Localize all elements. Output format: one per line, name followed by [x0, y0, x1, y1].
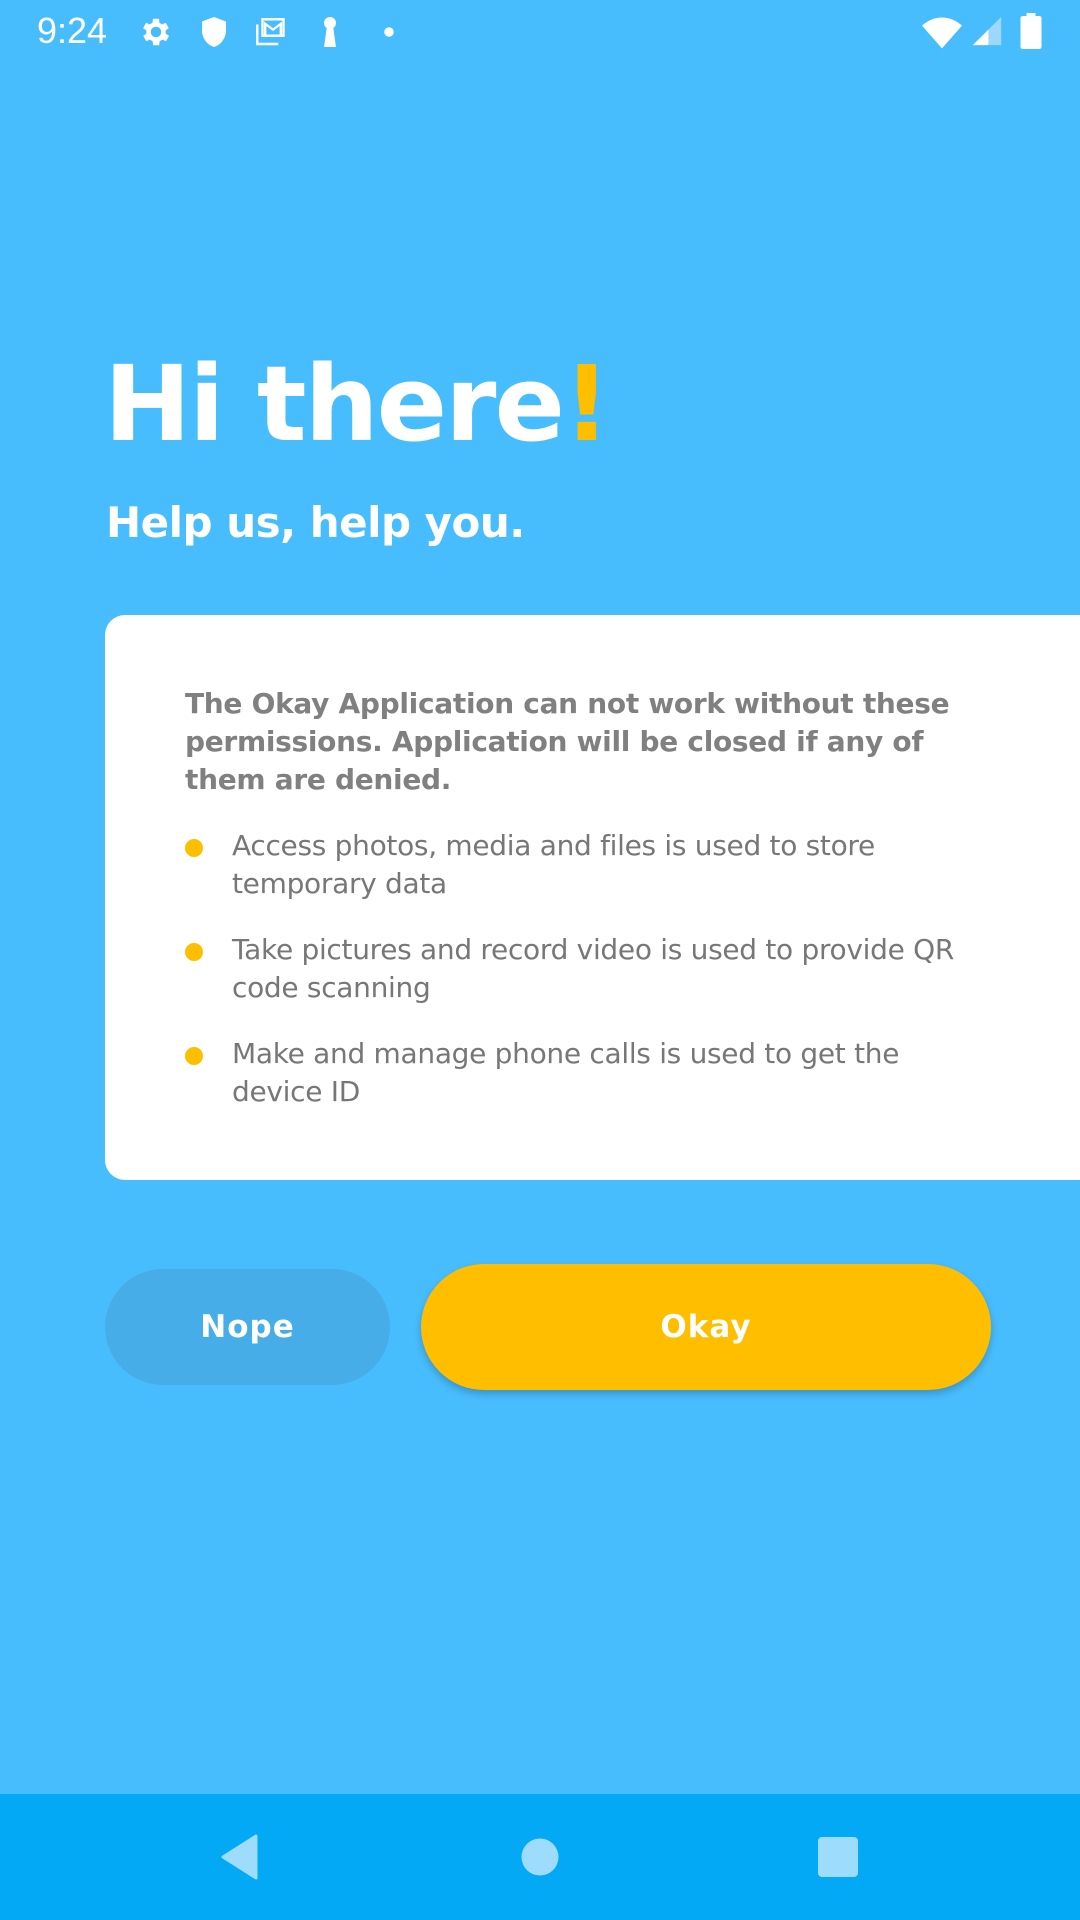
signal-icon — [970, 14, 1004, 48]
status-bar: 9:24 — [0, 0, 1080, 63]
okay-button[interactable]: Okay — [421, 1264, 991, 1390]
permissions-list: Access photos, media and files is used t… — [185, 827, 975, 1139]
permission-item: Access photos, media and files is used t… — [185, 827, 975, 903]
recents-icon — [818, 1837, 858, 1877]
permission-item: Take pictures and record video is used t… — [185, 931, 975, 1007]
bullet-icon — [185, 1047, 203, 1065]
permission-text: Take pictures and record video is used t… — [232, 933, 955, 1004]
bullet-icon — [185, 943, 203, 961]
gear-icon — [138, 14, 174, 50]
nope-button[interactable]: Nope — [105, 1269, 390, 1385]
title-accent: ! — [563, 343, 610, 465]
page-title: Hi there! — [104, 343, 610, 465]
permission-text: Access photos, media and files is used t… — [232, 829, 875, 900]
shield-icon — [196, 14, 232, 50]
nav-home-button[interactable] — [460, 1794, 620, 1920]
nav-recents-button[interactable] — [758, 1794, 918, 1920]
navigation-bar — [0, 1794, 1080, 1920]
bullet-icon — [185, 839, 203, 857]
nav-back-button[interactable] — [160, 1794, 320, 1920]
home-icon — [521, 1838, 559, 1876]
back-icon — [221, 1834, 258, 1880]
permissions-card: The Okay Application can not work withou… — [105, 615, 1080, 1180]
page-subtitle: Help us, help you. — [106, 498, 525, 547]
permission-text: Make and manage phone calls is used to g… — [232, 1037, 900, 1108]
keyhole-icon — [312, 14, 348, 50]
status-time: 9:24 — [37, 10, 108, 51]
gmail-icon — [252, 14, 288, 50]
permission-item: Make and manage phone calls is used to g… — [185, 1035, 975, 1111]
dot-icon — [371, 14, 407, 50]
battery-icon — [1018, 13, 1044, 49]
title-text: Hi there — [104, 343, 565, 465]
permissions-intro: The Okay Application can not work withou… — [185, 687, 950, 796]
wifi-icon — [920, 12, 964, 52]
